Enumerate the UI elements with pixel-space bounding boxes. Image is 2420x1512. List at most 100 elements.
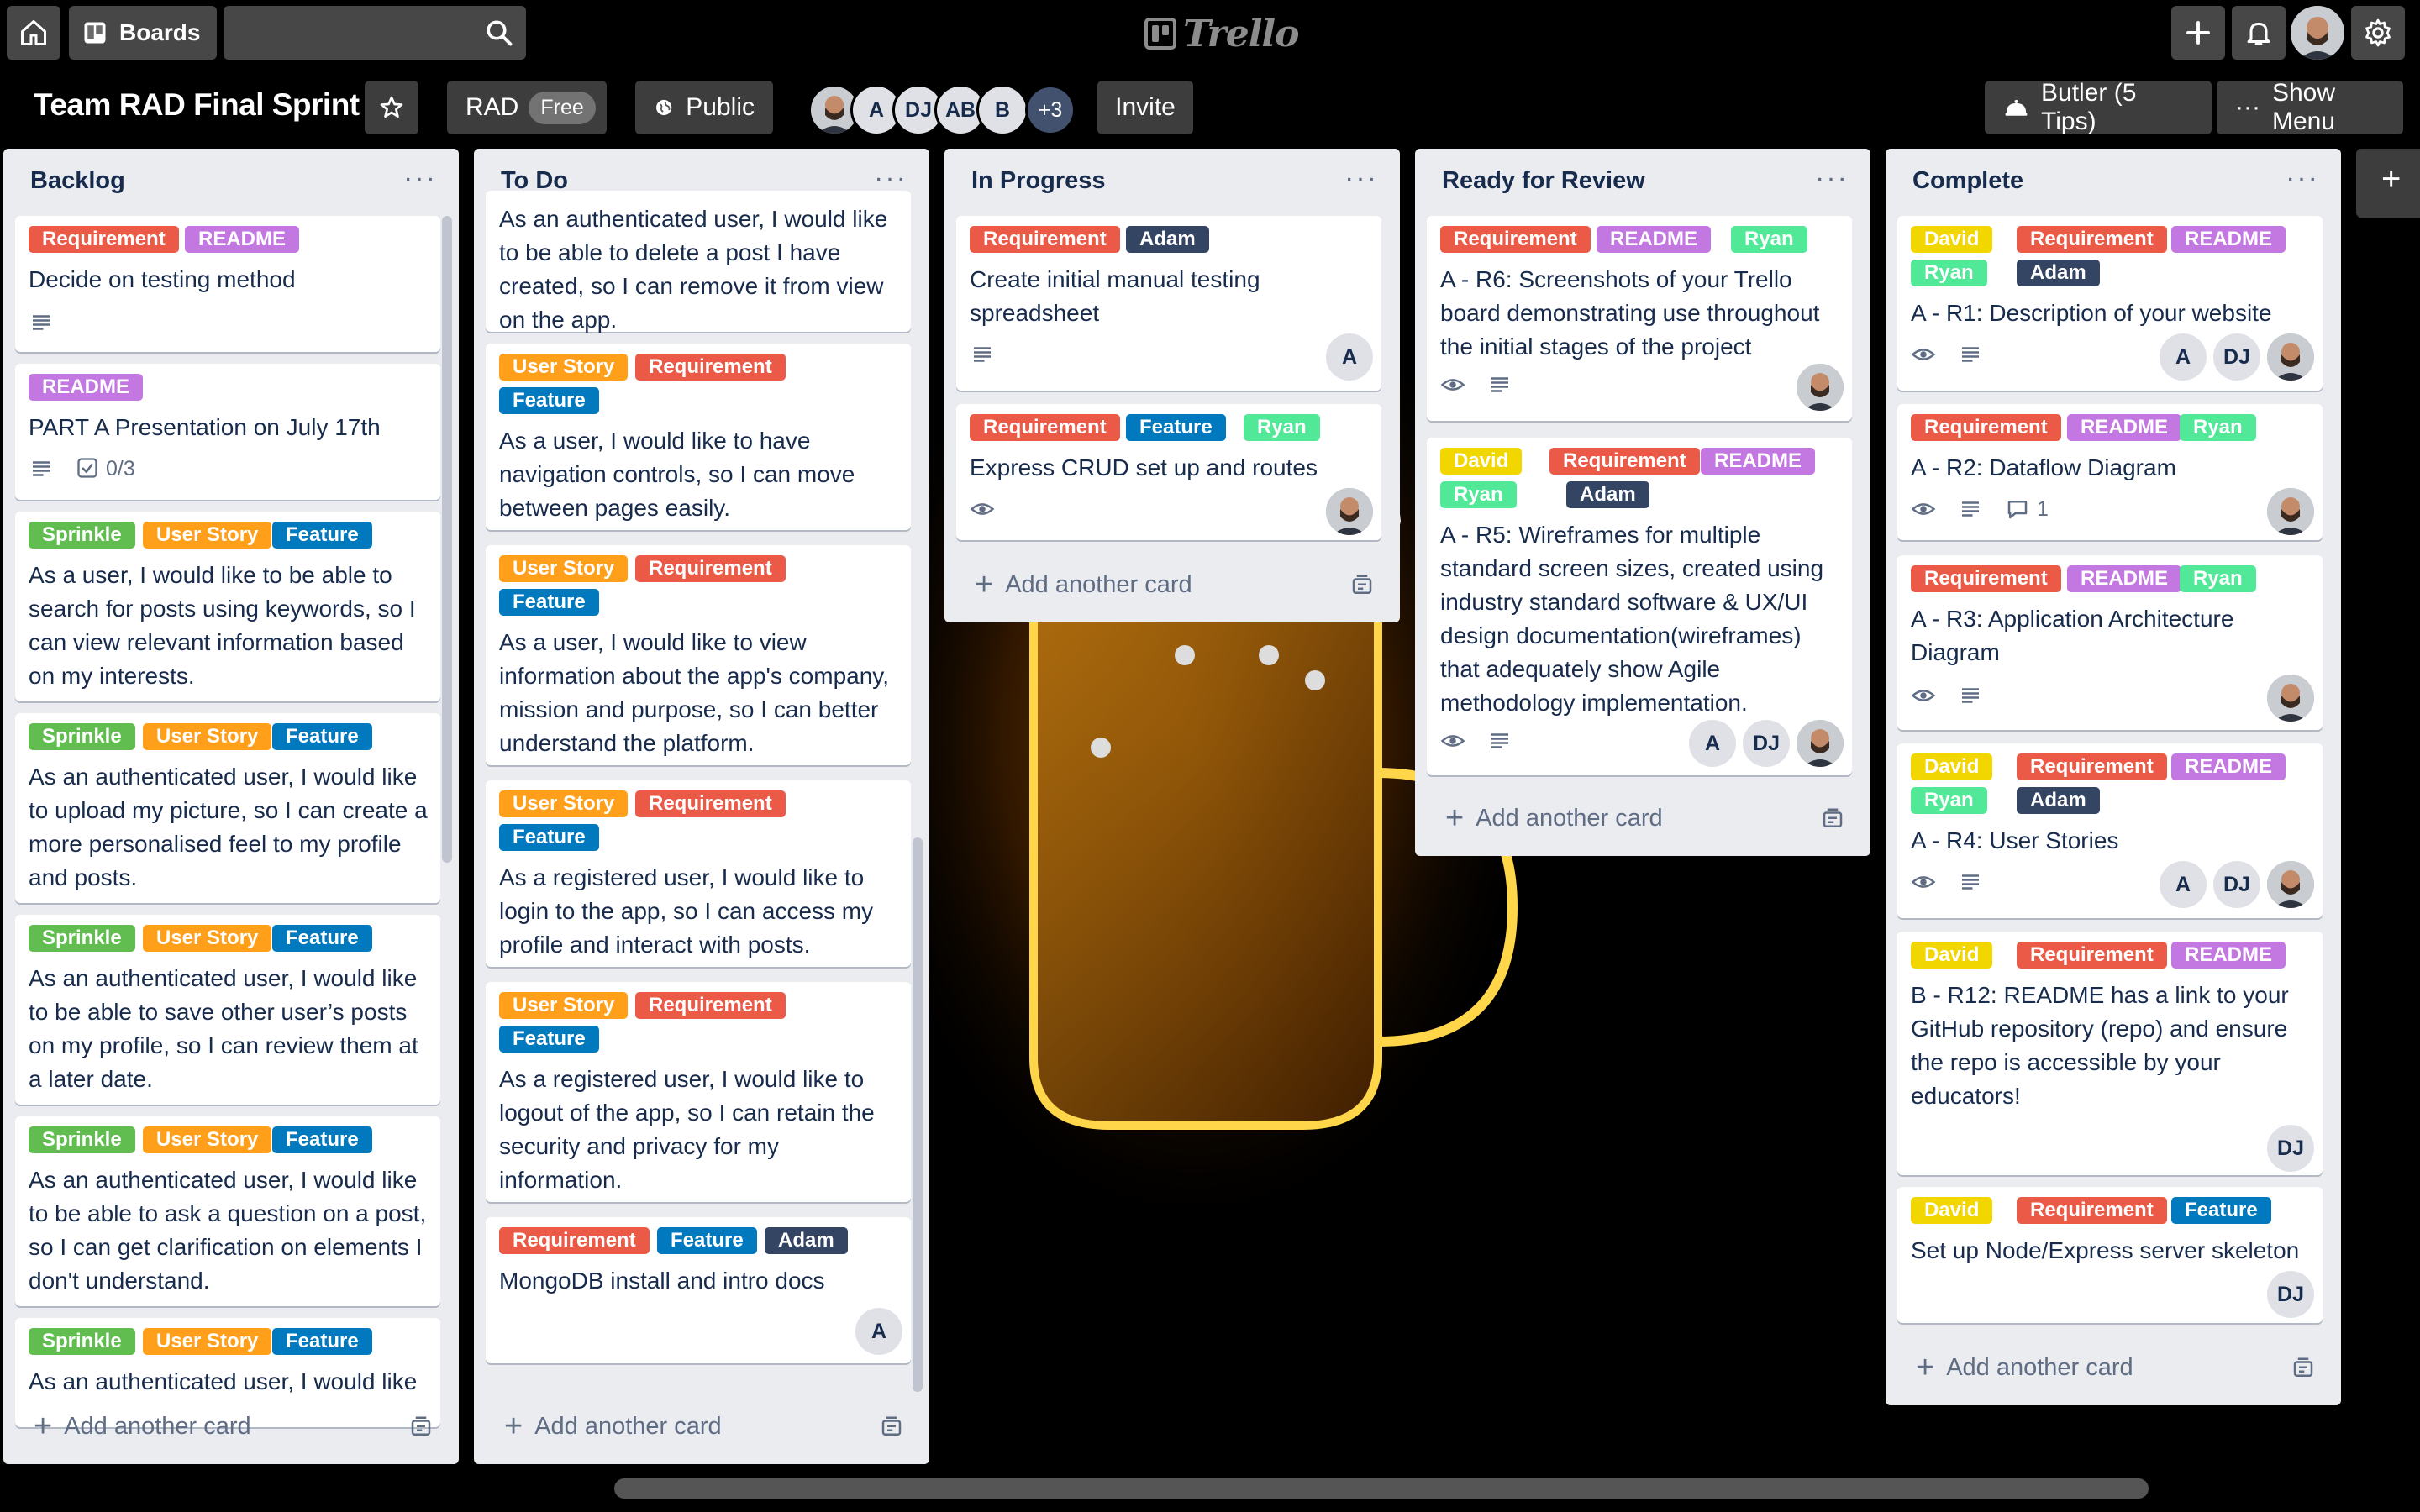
card[interactable]: Sprinkle User Story Feature As a user, I wo… xyxy=(15,512,440,701)
card-label-requirement[interactable]: Requirement xyxy=(1549,448,1700,475)
card-label-readme[interactable]: README xyxy=(185,226,300,253)
butler-button[interactable]: Butler (5 Tips) xyxy=(1985,79,2212,135)
member-avatar[interactable]: B xyxy=(976,84,1028,136)
card-label-ryan[interactable]: Ryan xyxy=(2180,565,2256,592)
card-label-ryan[interactable]: Ryan xyxy=(2180,414,2256,441)
card-label-readme[interactable]: README xyxy=(2171,226,2286,253)
card-label-readme[interactable]: README xyxy=(2171,942,2286,969)
card-label-readme[interactable]: README xyxy=(1701,448,1816,475)
card-member-avatar-photo[interactable] xyxy=(1797,720,1844,767)
card-template-icon[interactable] xyxy=(879,1415,904,1440)
card-member-avatar[interactable]: DJ xyxy=(1743,720,1790,767)
card-label-ryan[interactable]: Ryan xyxy=(1731,226,1807,253)
card-label-david[interactable]: David xyxy=(1440,448,1523,475)
card[interactable]: Requirement Feature Adam MongoDB install an… xyxy=(486,1217,911,1363)
show-menu-button[interactable]: ··· Show Menu xyxy=(2217,79,2403,135)
card-label-requirement[interactable]: Requirement xyxy=(2017,753,2167,780)
card-template-icon[interactable] xyxy=(1820,806,1845,832)
card-label-requirement[interactable]: Requirement xyxy=(1911,565,2061,592)
card-label-ryan[interactable]: Ryan xyxy=(1244,414,1320,441)
card-label-user-story[interactable]: User Story xyxy=(143,522,272,549)
settings-button[interactable] xyxy=(2351,6,2405,60)
card-member-avatar-photo[interactable] xyxy=(1797,364,1844,411)
card-label-user-story[interactable]: User Story xyxy=(499,790,629,817)
card-member-avatar[interactable]: A xyxy=(1689,720,1736,767)
card-label-requirement[interactable]: Requirement xyxy=(635,992,786,1019)
card-label-feature[interactable]: Feature xyxy=(499,387,599,414)
add-card-button[interactable]: + Add another card xyxy=(1427,792,1859,844)
home-button[interactable] xyxy=(7,6,60,60)
card-label-feature[interactable]: Feature xyxy=(2171,1197,2271,1224)
list-menu-icon[interactable]: ··· xyxy=(403,162,437,195)
more-members-button[interactable]: +3 xyxy=(1025,85,1076,135)
list-header[interactable]: Ready for Review ··· xyxy=(1415,149,1870,213)
list-header[interactable]: Complete ··· xyxy=(1886,149,2341,213)
search-input[interactable] xyxy=(237,6,476,61)
card-label-adam[interactable]: Adam xyxy=(1126,226,1209,253)
card-label-feature[interactable]: Feature xyxy=(499,824,599,851)
card-label-requirement[interactable]: Requirement xyxy=(635,354,786,381)
workspace-button[interactable]: RAD Free xyxy=(447,81,607,134)
card[interactable]: David Requirement README B - R12: README ha… xyxy=(1897,932,2323,1175)
card-label-feature[interactable]: Feature xyxy=(499,589,599,616)
card-label-feature[interactable]: Feature xyxy=(272,1328,372,1355)
create-button[interactable] xyxy=(2171,6,2225,60)
card-label-feature[interactable]: Feature xyxy=(1126,414,1226,441)
list-title[interactable]: Backlog xyxy=(30,167,125,195)
star-button[interactable] xyxy=(365,81,418,134)
card-label-user-story[interactable]: User Story xyxy=(499,992,629,1019)
card-label-sprinkle[interactable]: Sprinkle xyxy=(29,522,135,549)
card-label-requirement[interactable]: Requirement xyxy=(2017,942,2167,969)
card-member-avatar-photo[interactable] xyxy=(2267,488,2314,535)
card-label-ryan[interactable]: Ryan xyxy=(1911,260,1987,286)
card-template-icon[interactable] xyxy=(1349,573,1375,598)
card-label-user-story[interactable]: User Story xyxy=(499,354,629,381)
card[interactable]: Requirement README Ryan A - R2: Dataflow Di… xyxy=(1897,404,2323,540)
card-member-avatar[interactable]: DJ xyxy=(2267,1125,2314,1172)
card-member-avatar[interactable]: A xyxy=(855,1308,902,1355)
add-card-button[interactable]: + Add another card xyxy=(15,1400,447,1452)
card-label-feature[interactable]: Feature xyxy=(272,723,372,750)
card-label-requirement[interactable]: Requirement xyxy=(2017,226,2167,253)
card[interactable]: Requirement README Decide on testing metho… xyxy=(15,216,440,352)
card-member-avatar[interactable]: A xyxy=(2160,333,2207,381)
card-label-ryan[interactable]: Ryan xyxy=(1911,787,1987,814)
list-scrollbar[interactable] xyxy=(913,837,923,1392)
card[interactable]: User Story Requirement Feature As a user, I… xyxy=(486,545,911,765)
list-menu-icon[interactable]: ··· xyxy=(2286,162,2319,195)
card-template-icon[interactable] xyxy=(2291,1356,2316,1381)
add-card-button[interactable]: + Add another card xyxy=(486,1400,918,1452)
card-label-david[interactable]: David xyxy=(1911,1197,1993,1224)
card-label-requirement[interactable]: Requirement xyxy=(970,414,1120,441)
card-member-avatar[interactable]: A xyxy=(2160,861,2207,908)
card-member-avatar-photo[interactable] xyxy=(2267,333,2314,381)
search-box[interactable] xyxy=(224,6,526,61)
add-list-button[interactable]: + xyxy=(2356,149,2420,218)
card-label-adam[interactable]: Adam xyxy=(2017,787,2100,814)
card[interactable]: David Requirement README Ryan Adam A - R4: Us… xyxy=(1897,743,2323,918)
card[interactable]: David Requirement README Ryan Adam A - R5: Wi… xyxy=(1427,438,1852,775)
card-label-requirement[interactable]: Requirement xyxy=(970,226,1120,253)
card-label-ryan[interactable]: Ryan xyxy=(1440,481,1517,508)
card-label-feature[interactable]: Feature xyxy=(657,1227,757,1254)
card-label-david[interactable]: David xyxy=(1911,942,1993,969)
card-template-icon[interactable] xyxy=(408,1415,434,1440)
list-menu-icon[interactable]: ··· xyxy=(1344,162,1378,195)
list-title[interactable]: Complete xyxy=(1912,167,2023,195)
card[interactable]: User Story Requirement Feature As a user, I… xyxy=(486,344,911,530)
card-label-user-story[interactable]: User Story xyxy=(499,555,629,582)
list-scrollbar[interactable] xyxy=(442,216,452,863)
card-label-feature[interactable]: Feature xyxy=(272,1126,372,1153)
card-label-user-story[interactable]: User Story xyxy=(143,925,272,952)
card-label-user-story[interactable]: User Story xyxy=(143,1328,272,1355)
card-label-user-story[interactable]: User Story xyxy=(143,1126,272,1153)
card-label-adam[interactable]: Adam xyxy=(765,1227,848,1254)
card-member-avatar-photo[interactable] xyxy=(2267,861,2314,908)
card-label-feature[interactable]: Feature xyxy=(272,522,372,549)
card[interactable]: Requirement Feature Ryan Express CRUD set u… xyxy=(956,404,1381,540)
card-label-requirement[interactable]: Requirement xyxy=(1911,414,2061,441)
trello-logo[interactable]: Trello xyxy=(1144,12,1299,55)
card-member-avatar[interactable]: DJ xyxy=(2213,333,2260,381)
card-member-avatar-photo[interactable] xyxy=(2267,675,2314,722)
card-label-readme[interactable]: README xyxy=(2067,565,2182,592)
